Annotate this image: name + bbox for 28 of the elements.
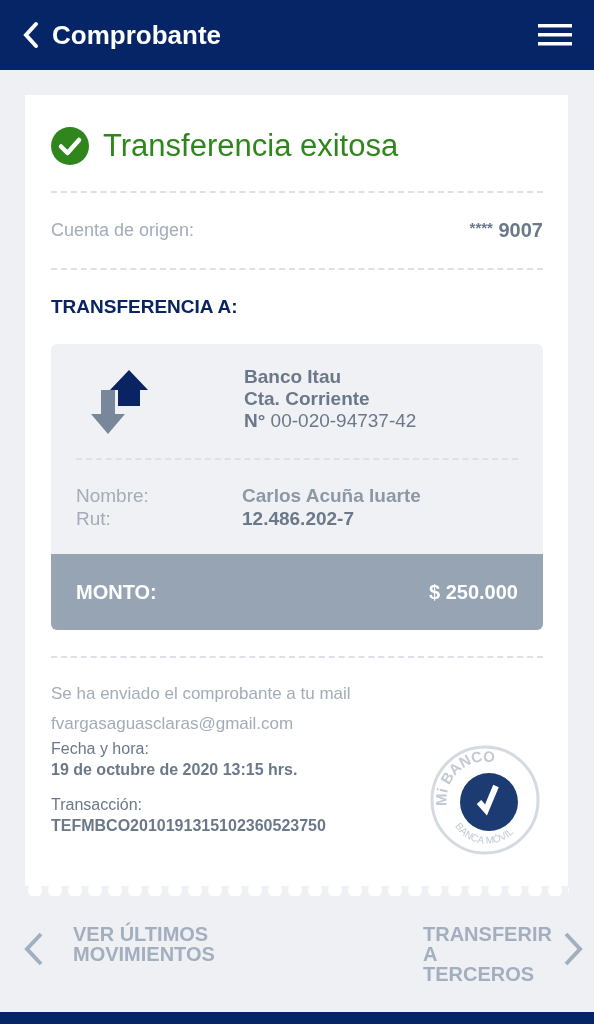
back-chevron-icon [22, 21, 40, 49]
chevron-right-icon [562, 932, 584, 966]
field-label: Rut: [76, 507, 112, 530]
bank-name: Banco Itau [244, 366, 343, 388]
field-value: 12.486.202-7 [242, 507, 355, 530]
amount-value: $ 250.000 [429, 580, 518, 604]
status-title: Transferencia exitosa [103, 128, 399, 164]
nav-link[interactable]: TRANSFERIR A TERCEROS [423, 924, 584, 984]
origin-label: Cuenta de origen: [51, 220, 195, 241]
account-number: N° 00-020-94737-42 [244, 410, 417, 432]
origin-account: **** 9007 [469, 219, 543, 242]
section-title: TRANSFERENCIA A: [51, 296, 239, 318]
screen-title: Comprobante [52, 19, 222, 51]
back-button[interactable] [22, 21, 40, 49]
detail-label: Fecha y hora: [51, 739, 150, 759]
detail-value: 19 de octubre de 2020 13:15 hrs. [51, 760, 299, 780]
field-label: Nombre: [76, 484, 150, 507]
amount-label: MONTO: [76, 580, 157, 604]
detail-value: TEFMBCO2010191315102360523750 [51, 816, 327, 836]
email-address: fvargasaguasclaras@gmail.com [51, 714, 295, 734]
menu-icon [538, 23, 572, 47]
nav-link[interactable]: VER ÚLTIMOS MOVIMIENTOS [23, 924, 233, 984]
field-value: Carlos Acuña Iuarte [242, 484, 422, 507]
account-type: Cta. Corriente [244, 388, 371, 410]
chevron-left-icon [23, 932, 45, 966]
email-notice: Se ha enviado el comprobante a tu mail [51, 684, 351, 704]
menu-button[interactable] [538, 23, 572, 47]
detail-label: Transacción: [51, 795, 143, 815]
